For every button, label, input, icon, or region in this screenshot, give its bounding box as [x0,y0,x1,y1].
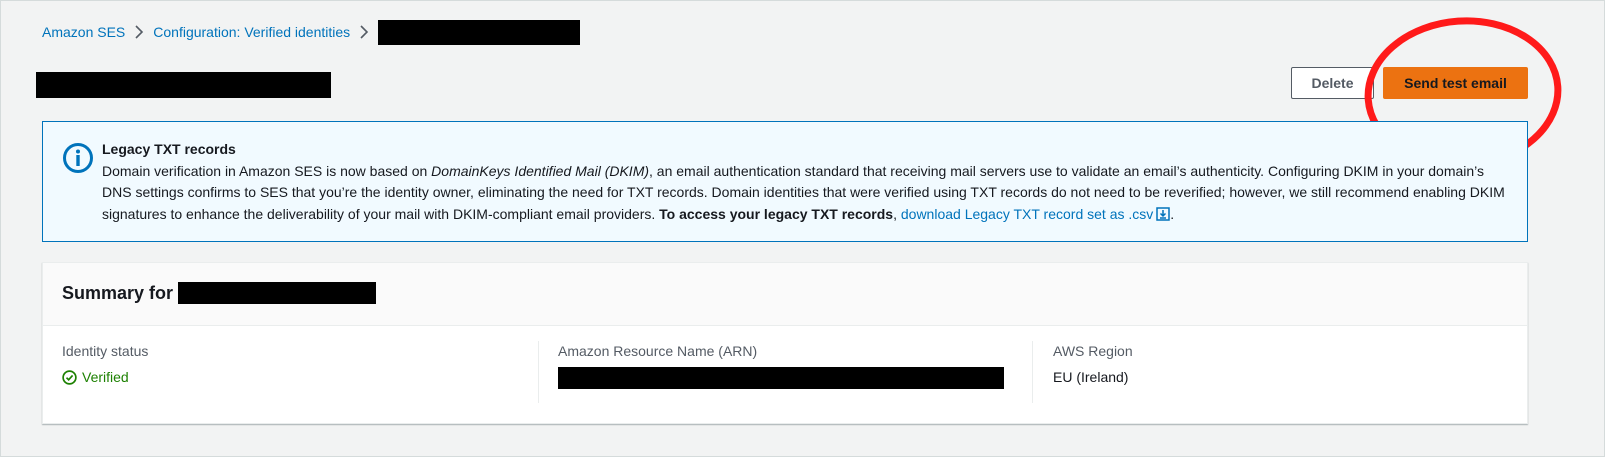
breadcrumb-current-identity-redacted [378,19,581,45]
identity-status-field: Identity status Verified [62,343,148,385]
alert-text-bold: To access your legacy TXT records [659,205,894,222]
alert-title: Legacy TXT records [102,141,236,157]
summary-panel: Summary for Identity status Verified Ama… [42,262,1528,424]
identity-status-label: Identity status [62,343,149,359]
arn-field: Amazon Resource Name (ARN) [558,343,1004,392]
ses-identity-detail-page: Amazon SES Configuration: Verified ident… [0,0,1605,457]
column-divider [1032,341,1033,403]
summary-title: Summary for [62,282,377,304]
identity-status-text: Verified [82,369,129,385]
download-icon [1156,206,1171,221]
legacy-txt-records-alert: Legacy TXT records Domain verification i… [42,121,1528,242]
breadcrumb-link-amazon-ses[interactable]: Amazon SES [42,24,125,40]
alert-text-end: . [1170,205,1175,222]
aws-region-value: EU (Ireland) [1053,369,1129,385]
alert-content: Legacy TXT records Domain verification i… [102,139,1512,225]
delete-button[interactable]: Delete [1291,67,1374,99]
alert-text-comma: , [893,205,901,222]
aws-region-label: AWS Region [1053,343,1133,359]
download-legacy-txt-link[interactable]: download Legacy TXT record set as .csv [900,205,1171,222]
summary-title-prefix: Summary for [62,282,174,303]
chevron-right-icon [350,22,378,42]
identity-status-value: Verified [62,369,148,385]
info-icon [63,143,93,173]
check-circle-icon [62,369,77,385]
summary-panel-header: Summary for [43,263,1527,326]
arn-label: Amazon Resource Name (ARN) [558,343,758,359]
breadcrumb-link-verified-identities[interactable]: Configuration: Verified identities [153,24,350,40]
alert-message: Domain verification in Amazon SES is now… [102,161,1512,226]
download-link-label: download Legacy TXT record set as .csv [900,205,1154,222]
arn-value-redacted [558,367,1004,389]
alert-text-part1: Domain verification in Amazon SES is now… [102,162,432,179]
breadcrumb: Amazon SES Configuration: Verified ident… [42,18,581,46]
column-divider [538,341,539,403]
alert-text-dkim: DomainKeys Identified Mail (DKIM) [431,162,650,179]
page-title-redacted [36,72,331,98]
summary-identity-name-redacted [178,282,377,304]
aws-region-field: AWS Region EU (Ireland) [1053,343,1133,385]
chevron-right-icon [125,22,153,42]
